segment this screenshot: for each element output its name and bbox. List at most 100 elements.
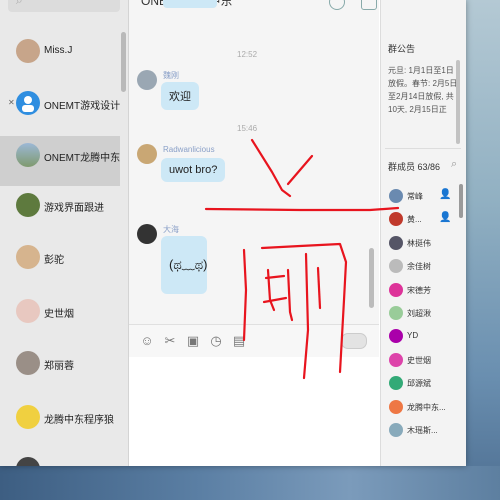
add-member-icon[interactable] <box>329 0 345 10</box>
clock-icon[interactable]: ◷ <box>208 333 224 349</box>
avatar <box>16 193 40 217</box>
group-notice-text: 元旦: 1月1日至1日放假。春节: 2月5日至2月14日放假, 共10天, 2月… <box>388 66 458 114</box>
message-input[interactable] <box>129 357 379 466</box>
conversation-item[interactable]: 龙腾中东程序狼 <box>0 398 120 448</box>
conversation-item[interactable]: ✕ ONEMT游戏设计 <box>0 84 120 134</box>
member-name: 余佳树 <box>407 262 431 272</box>
member-name: 邱源斌 <box>407 379 431 389</box>
message-time: 15:46 <box>237 124 258 133</box>
search-input[interactable]: ⌕ <box>8 0 120 12</box>
conversation-item-selected[interactable]: ONEMT龙腾中东 <box>0 136 120 186</box>
conversation-name: ONEMT游戏设计 <box>44 101 121 112</box>
admin-icon: 👤 <box>439 189 452 200</box>
member-name: 史世烟 <box>407 355 431 365</box>
admin-icon: 👤 <box>439 212 452 224</box>
conversation-item[interactable]: 彭驼 <box>0 238 120 288</box>
avatar <box>16 91 40 115</box>
avatar <box>389 282 403 297</box>
chat-panel: ONEMT龙腾中东 12:52 魏刚 欢迎 15:46 Radwanliciou… <box>129 0 379 466</box>
conversation-item[interactable]: 史世烟 <box>0 292 120 342</box>
member-item[interactable]: YD <box>387 326 463 348</box>
sticker-message: (ಥ﹏ಥ) <box>161 236 207 294</box>
avatar <box>389 235 403 250</box>
message-time: 12:52 <box>237 50 258 59</box>
message-bubble <box>163 0 217 8</box>
conversation-name: ONEMT龙腾中东 <box>44 153 121 164</box>
member-item[interactable]: 史世烟 <box>387 350 463 372</box>
conversation-name: 游戏界面跟进 <box>44 203 104 214</box>
member-name: 宋德芳 <box>407 285 431 295</box>
search-icon: ⌕ <box>16 0 23 7</box>
conversation-list: ⌕ Miss.J ✕ ONEMT游戏设计 ONEMT龙腾中东 游戏界面跟进 彭驼 <box>0 0 129 466</box>
scrollbar[interactable] <box>456 60 460 144</box>
person-icon <box>22 96 34 112</box>
conversation-name: 龙腾中东程序狼 <box>44 415 114 426</box>
input-toolbar: ☺ ✂ ▣ ◷ ▤ <box>129 324 379 357</box>
avatar <box>389 399 403 414</box>
image-icon[interactable]: ▣ <box>185 333 201 349</box>
conversation-item[interactable]: 郑丽蓉 <box>0 344 120 394</box>
avatar <box>389 259 403 274</box>
member-name: 龙腾中东... <box>407 402 446 412</box>
divider <box>385 148 461 149</box>
avatar <box>389 306 403 320</box>
avatar <box>137 70 157 90</box>
member-name: 刘超湫 <box>407 309 431 318</box>
avatar <box>16 299 40 323</box>
group-members-heading: 群成员 63/86 <box>388 162 441 172</box>
more-icon[interactable] <box>361 0 377 10</box>
member-item[interactable]: 木瑶斯... <box>387 420 463 442</box>
member-name: YD <box>407 331 419 341</box>
conversation-item[interactable]: 游戏界面跟进 <box>0 186 120 236</box>
member-item[interactable]: 黄... 👤 <box>387 209 463 231</box>
message-sender: 大海 <box>163 225 179 234</box>
conversation-name: 郑丽蓉 <box>44 361 74 372</box>
desktop-background-right <box>466 0 500 500</box>
member-item[interactable]: 龙腾中东... <box>387 397 463 419</box>
avatar <box>389 376 403 391</box>
avatar <box>16 143 40 167</box>
member-name: 常峰 <box>407 192 423 201</box>
scrollbar[interactable] <box>369 248 374 308</box>
avatar <box>16 351 40 375</box>
conversation-name: Miss.J <box>44 45 73 56</box>
conversation-item[interactable]: Miss.J <box>0 32 120 82</box>
message-sender: 魏刚 <box>163 71 179 80</box>
avatar <box>389 212 403 227</box>
avatar <box>137 224 157 244</box>
conversation-name: 彭驼 <box>44 255 64 266</box>
avatar <box>389 423 403 437</box>
avatar <box>16 245 40 269</box>
message-sender: Radwanlicious <box>163 145 215 154</box>
member-name: 黄... <box>407 215 422 225</box>
member-item[interactable]: 刘超湫 <box>387 303 463 325</box>
avatar <box>16 405 40 429</box>
member-item[interactable]: 林挺伟 <box>387 233 463 255</box>
scrollbar[interactable] <box>121 32 126 92</box>
message-bubble: 欢迎 <box>161 82 199 110</box>
member-name: 林挺伟 <box>407 238 431 248</box>
search-icon[interactable]: ⌕ <box>451 158 457 171</box>
avatar <box>16 457 40 466</box>
scissors-icon[interactable]: ✂ <box>162 333 178 349</box>
avatar <box>389 329 403 344</box>
message-bubble: uwot bro? <box>161 158 226 182</box>
avatar <box>137 144 157 164</box>
conversation-name: 史世烟 <box>44 309 74 320</box>
member-item[interactable]: 宋德芳 <box>387 280 463 302</box>
member-item[interactable]: 邱源斌 <box>387 373 463 395</box>
close-icon[interactable]: ✕ <box>8 98 15 107</box>
conversation-item[interactable] <box>0 450 120 466</box>
toggle-switch[interactable] <box>341 333 367 349</box>
folder-icon[interactable]: ▤ <box>231 333 247 349</box>
avatar <box>389 189 403 203</box>
member-item[interactable]: 余佳树 <box>387 256 463 278</box>
avatar <box>389 352 403 367</box>
desktop-background-bottom <box>0 466 500 500</box>
group-info-panel: 群公告 元旦: 1月1日至1日放假。春节: 2月5日至2月14日放假, 共10天… <box>380 0 466 466</box>
emoji-icon[interactable]: ☺ <box>139 333 155 349</box>
avatar <box>16 39 40 63</box>
qq-chat-window: ⌕ Miss.J ✕ ONEMT游戏设计 ONEMT龙腾中东 游戏界面跟进 彭驼 <box>0 0 466 466</box>
member-name: 木瑶斯... <box>407 426 438 435</box>
member-item[interactable]: 常峰 👤 <box>387 186 463 208</box>
